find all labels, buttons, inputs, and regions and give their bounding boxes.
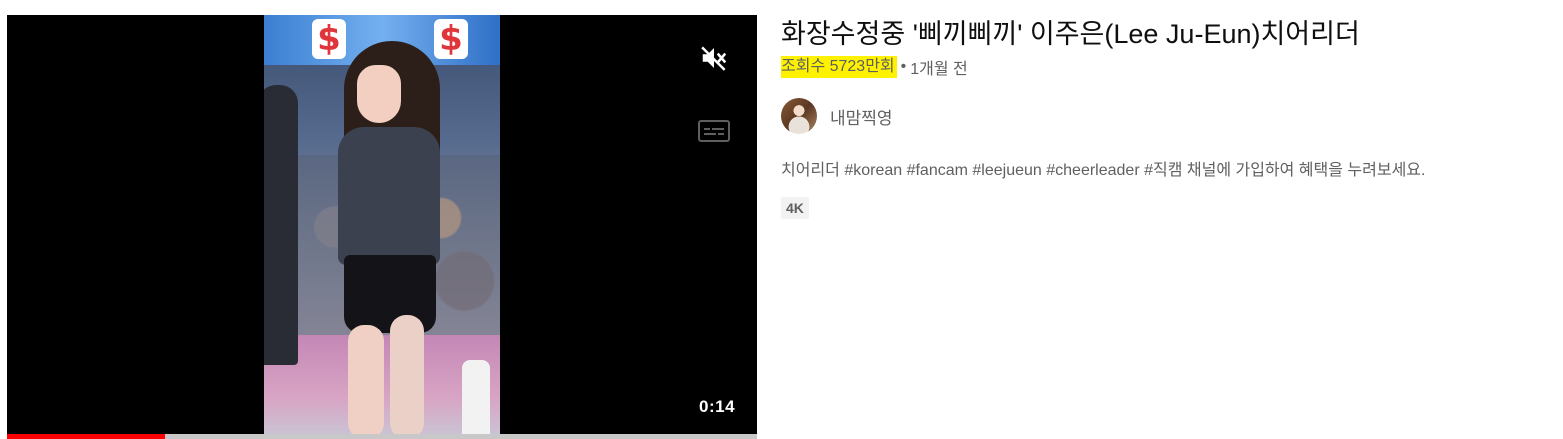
channel-name[interactable]: 내맘찍영 — [830, 104, 893, 129]
separator-dot: • — [900, 58, 907, 75]
video-thumbnail: $ $ — [264, 15, 500, 439]
subject-leg — [348, 325, 384, 439]
channel-avatar[interactable] — [781, 98, 817, 134]
video-metadata: 화장수정중 '삐끼삐끼' 이주은(Lee Ju-Eun)치어리더 조회수 572… — [781, 17, 1551, 219]
video-description-snippet: 치어리더 #korean #fancam #leejueun #cheerlea… — [781, 162, 1426, 179]
closed-captions-icon[interactable] — [697, 119, 731, 143]
volume-muted-icon[interactable] — [697, 41, 731, 75]
video-player[interactable]: $ $ 0:14 — [7, 15, 757, 439]
video-duration: 0:14 — [699, 397, 736, 416]
subject-shorts — [344, 255, 436, 333]
background-person — [264, 85, 298, 365]
quality-badge: 4K — [781, 197, 809, 219]
channel-link[interactable]: 내맘찍영 — [781, 98, 1551, 134]
video-stats: 조회수 5723만회 • 1개월 전 — [781, 55, 1551, 79]
upload-age: 1개월 전 — [910, 61, 968, 78]
water-bottle — [462, 360, 490, 439]
video-title[interactable]: 화장수정중 '삐끼삐끼' 이주은(Lee Ju-Eun)치어리더 — [781, 17, 1551, 51]
subject-jersey — [338, 127, 440, 265]
subject-leg — [390, 315, 424, 439]
banner-glyph: $ — [434, 19, 468, 59]
banner-glyph: $ — [312, 19, 346, 59]
progress-bar-fill — [7, 434, 165, 439]
subject-face — [357, 65, 401, 123]
view-count: 조회수 5723만회 — [781, 56, 897, 78]
progress-bar[interactable] — [7, 434, 757, 439]
